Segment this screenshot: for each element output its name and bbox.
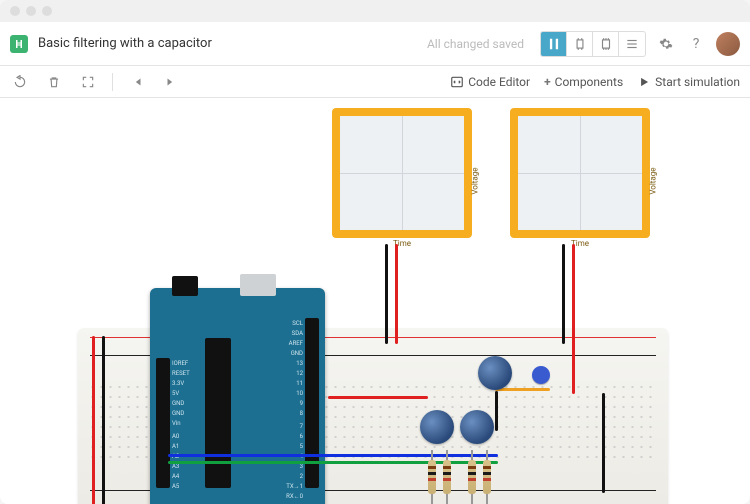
pin-label: A1 <box>172 443 190 450</box>
settings-icon[interactable] <box>656 34 676 54</box>
wire-red[interactable] <box>328 396 428 399</box>
arduino-board[interactable]: IOREFRESET3.3V5VGNDGNDVinA0A1A2A3A4A5 SC… <box>150 288 325 504</box>
wire-orange[interactable] <box>495 388 550 391</box>
wire-black[interactable] <box>385 244 388 344</box>
pin-label: A4 <box>172 473 190 480</box>
fit-view-icon[interactable] <box>78 72 98 92</box>
resistor[interactable] <box>468 460 476 494</box>
scope-x-axis-label: Time <box>332 239 472 248</box>
pin-label: GND <box>172 400 190 407</box>
code-editor-label: Code Editor <box>468 75 530 89</box>
pin-label: 5 <box>286 443 303 450</box>
step-fwd-icon[interactable] <box>161 72 181 92</box>
wire-black[interactable] <box>102 336 105 504</box>
scope-y-axis-label: Voltage <box>471 168 480 195</box>
start-simulation-button[interactable]: Start simulation <box>637 75 740 89</box>
pin-label: SCL <box>286 320 303 327</box>
wire-black[interactable] <box>602 393 605 493</box>
window-titlebar <box>0 0 750 22</box>
traffic-max[interactable] <box>42 6 52 16</box>
capacitor[interactable] <box>532 366 550 384</box>
step-back-icon[interactable] <box>127 72 147 92</box>
delete-icon[interactable] <box>44 72 64 92</box>
potentiometer[interactable] <box>478 356 512 390</box>
project-title: Basic filtering with a capacitor <box>38 36 212 51</box>
undo-icon[interactable] <box>10 72 30 92</box>
wire-red[interactable] <box>395 244 398 344</box>
top-bar: Basic filtering with a capacitor All cha… <box>0 22 750 66</box>
traffic-min[interactable] <box>26 6 36 16</box>
pin-label: 12 <box>286 370 303 377</box>
user-avatar[interactable] <box>716 32 740 56</box>
view-list-button[interactable] <box>619 32 645 56</box>
view-breadboard-button[interactable] <box>541 32 567 56</box>
arduino-mcu-chip <box>205 338 231 488</box>
pin-label: TX→1 <box>286 483 303 490</box>
plus-icon: + <box>544 75 551 89</box>
potentiometer[interactable] <box>420 410 454 444</box>
pin-label: SDA <box>286 330 303 337</box>
pin-label: GND <box>172 410 190 417</box>
save-status: All changed saved <box>427 37 524 51</box>
wire-blue[interactable] <box>168 454 498 457</box>
wire-red[interactable] <box>572 244 575 394</box>
view-mode-switch <box>540 31 646 57</box>
arduino-power-jack <box>172 276 198 296</box>
code-editor-button[interactable]: Code Editor <box>450 75 530 89</box>
arduino-left-pin-labels: IOREFRESET3.3V5VGNDGNDVinA0A1A2A3A4A5 <box>172 360 190 490</box>
pin-label: IOREF <box>172 360 190 367</box>
start-sim-label: Start simulation <box>655 75 740 89</box>
view-schematic-alt-button[interactable] <box>593 32 619 56</box>
pin-label: 9 <box>286 400 303 407</box>
scope-x-axis-label: Time <box>510 239 650 248</box>
pin-label: GND <box>286 350 303 357</box>
pin-label: RX←0 <box>286 493 303 500</box>
wire-black[interactable] <box>495 391 498 431</box>
pin-label: Vin <box>172 420 190 427</box>
app-logo <box>10 35 28 53</box>
pin-label: 5V <box>172 390 190 397</box>
pin-label: A5 <box>172 483 190 490</box>
components-label: Components <box>555 75 624 89</box>
resistor[interactable] <box>483 460 491 494</box>
scope-y-axis-label: Voltage <box>649 168 658 195</box>
pin-label: A0 <box>172 433 190 440</box>
sub-toolbar: Code Editor + Components Start simulatio… <box>0 66 750 98</box>
arduino-right-pin-labels: SCLSDAAREFGND1312111098765432TX→1RX←0 <box>286 320 303 500</box>
view-schematic-button[interactable] <box>567 32 593 56</box>
potentiometer[interactable] <box>460 410 494 444</box>
pin-label: A3 <box>172 463 190 470</box>
wire-black[interactable] <box>562 244 565 344</box>
pin-label: 13 <box>286 360 303 367</box>
wire-red[interactable] <box>92 336 95 504</box>
resistor[interactable] <box>428 460 436 494</box>
pin-label: 6 <box>286 433 303 440</box>
traffic-close[interactable] <box>10 6 20 16</box>
pin-label: 10 <box>286 390 303 397</box>
pin-label: 11 <box>286 380 303 387</box>
oscilloscope-2[interactable]: Time Voltage <box>510 108 650 238</box>
scope-screen <box>340 116 464 230</box>
pin-label: 8 <box>286 410 303 417</box>
pin-label: 2 <box>286 473 303 480</box>
pin-label: 3 <box>286 463 303 470</box>
scope-screen <box>518 116 642 230</box>
pin-label: AREF <box>286 340 303 347</box>
components-button[interactable]: + Components <box>544 75 623 89</box>
oscilloscope-1[interactable]: Time Voltage <box>332 108 472 238</box>
resistor[interactable] <box>443 460 451 494</box>
pin-label: 3.3V <box>172 380 190 387</box>
pin-label: RESET <box>172 370 190 377</box>
pin-label: 7 <box>286 423 303 430</box>
arduino-header-left <box>156 358 170 488</box>
arduino-usb-port <box>240 274 276 296</box>
help-icon[interactable]: ? <box>686 34 706 54</box>
circuit-canvas[interactable]: Time Voltage Time Voltage IOREF RESET 3.3V… <box>0 98 750 504</box>
